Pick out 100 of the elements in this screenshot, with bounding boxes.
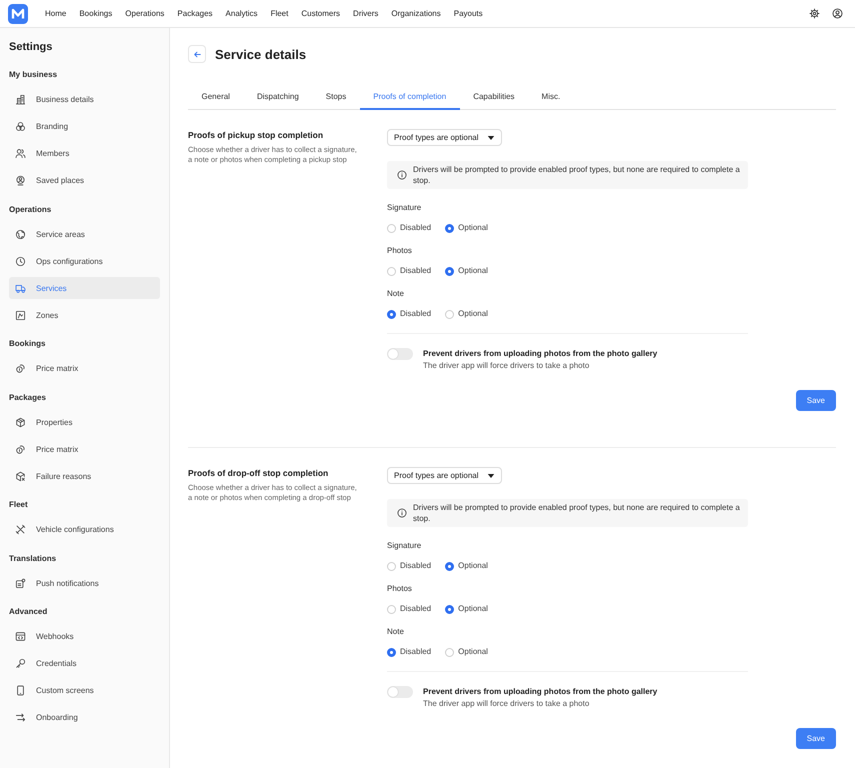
sidebar-item[interactable]: Webhooks	[9, 626, 160, 648]
sidebar-item[interactable]: Zones	[9, 304, 160, 326]
sidebar-title: Settings	[9, 40, 54, 55]
toggle-description: The driver app will force drivers to take a photo	[423, 698, 590, 710]
toggle-description: The driver app will force drivers to take a photo	[423, 360, 590, 372]
line-chart-icon	[15, 310, 26, 320]
sidebar-item[interactable]: Credentials	[9, 652, 160, 674]
users-icon	[15, 148, 26, 159]
sidebar-item[interactable]: Properties	[9, 411, 160, 433]
nav-link[interactable]: Bookings	[79, 8, 112, 20]
sidebar-item[interactable]: Push notifications	[9, 572, 160, 594]
sidebar-item[interactable]: Ops configurations	[9, 250, 160, 272]
nav-link[interactable]: Home	[45, 8, 66, 20]
sidebar-item[interactable]: Members	[9, 142, 160, 164]
code-window-icon	[15, 631, 26, 642]
sidebar-item[interactable]: Custom screens	[9, 680, 160, 702]
nav-link[interactable]: Packages	[177, 8, 213, 20]
field-label: Signature	[387, 202, 422, 214]
nav-link[interactable]: Analytics	[226, 8, 258, 20]
toggle-switch[interactable]	[387, 686, 413, 698]
nav-link[interactable]: Organizations	[391, 8, 441, 20]
info-icon	[397, 508, 407, 518]
info-text: Drivers will be prompted to provide enabled proof types, but none are required to complete a stop.	[413, 164, 740, 186]
nav-link[interactable]: Fleet	[270, 8, 288, 20]
sidebar-item[interactable]: Services	[9, 277, 160, 299]
section-heading: Fleet	[9, 499, 29, 511]
truck-icon	[15, 282, 26, 294]
radio-label[interactable]: Disabled	[400, 603, 432, 615]
dropdown[interactable]: Proof types are optional	[387, 467, 502, 484]
circles-icon	[15, 121, 26, 132]
sidebar-item[interactable]: Price matrix	[9, 438, 160, 460]
section-heading: Packages	[9, 392, 47, 404]
field-label: Photos	[387, 583, 413, 595]
user-pin-icon	[15, 175, 26, 186]
radio-label[interactable]: Disabled	[400, 646, 432, 658]
sidebar-item[interactable]: Business details	[9, 88, 160, 110]
tab[interactable]: Dispatching	[243, 84, 312, 110]
building-icon	[15, 94, 26, 105]
section-title: Proofs of pickup stop completion	[188, 129, 324, 141]
toggle-label: Prevent drivers from uploading photos from the photo gallery	[423, 686, 658, 698]
back-button[interactable]	[188, 45, 206, 63]
toggle-switch[interactable]	[387, 348, 413, 360]
toggle-label: Prevent drivers from uploading photos from the photo gallery	[423, 348, 658, 360]
radio-label[interactable]: Optional	[458, 265, 488, 277]
radio-label[interactable]: Optional	[458, 222, 488, 234]
dropdown[interactable]: Proof types are optional	[387, 129, 502, 146]
sidebar-item[interactable]: Saved places	[9, 170, 160, 192]
section-title: Proofs of drop-off stop completion	[188, 467, 330, 479]
nav-link[interactable]: Operations	[125, 8, 164, 20]
section-heading: Translations	[9, 552, 58, 564]
radio-label[interactable]: Optional	[458, 603, 488, 615]
radio-label[interactable]: Disabled	[400, 222, 432, 234]
nav-link[interactable]: Customers	[301, 8, 340, 20]
notification-icon	[15, 578, 26, 588]
user-circle-icon[interactable]	[832, 8, 843, 19]
logo-icon[interactable]	[8, 4, 28, 24]
radio-button[interactable]	[445, 604, 454, 614]
info-icon	[397, 170, 407, 180]
nav-link[interactable]: Drivers	[353, 8, 378, 20]
sidebar-item[interactable]: Price matrix	[9, 358, 160, 380]
sidebar-item[interactable]: Service areas	[9, 223, 160, 245]
radio-label[interactable]: Optional	[458, 308, 488, 320]
radio-button[interactable]	[445, 224, 454, 232]
radio-button[interactable]	[445, 266, 454, 276]
radio-label[interactable]: Disabled	[400, 308, 432, 320]
globe-icon	[15, 228, 26, 240]
tab[interactable]: Capabilities	[460, 84, 528, 110]
section-heading: My business	[9, 69, 58, 81]
sidebar-item[interactable]: Onboarding	[9, 706, 160, 728]
coins-icon	[15, 363, 26, 374]
sidebar-item[interactable]: Failure reasons	[9, 465, 160, 487]
nav-link[interactable]: Payouts	[454, 8, 483, 20]
tab[interactable]: Proofs of completion	[360, 84, 460, 110]
section-heading: Bookings	[9, 338, 46, 350]
radio-button[interactable]	[387, 310, 396, 318]
radio-button[interactable]	[445, 562, 454, 570]
caret-icon	[486, 472, 494, 478]
page-title: Service details	[215, 46, 306, 62]
save-button[interactable]: Save	[796, 390, 836, 411]
clock-icon	[15, 256, 26, 266]
radio-label[interactable]: Disabled	[400, 560, 432, 572]
arrow-left-icon	[192, 50, 202, 58]
radio-label[interactable]: Disabled	[400, 265, 432, 277]
settings-icon[interactable]	[809, 8, 820, 19]
cube-icon	[15, 416, 26, 428]
field-label: Note	[387, 288, 405, 300]
coins-icon	[15, 444, 26, 454]
sidebar-item[interactable]: Vehicle configurations	[9, 518, 160, 540]
field-label: Signature	[387, 540, 422, 552]
mobile-icon	[15, 685, 26, 696]
tab[interactable]: General	[188, 84, 244, 110]
caret-icon	[486, 134, 494, 140]
save-button[interactable]: Save	[796, 728, 836, 749]
radio-label[interactable]: Optional	[458, 646, 488, 658]
tab[interactable]: Misc.	[528, 84, 574, 110]
tab[interactable]: Stops	[312, 84, 360, 110]
sidebar-item[interactable]: Branding	[9, 116, 160, 138]
radio-button[interactable]	[387, 648, 396, 656]
info-text: Drivers will be prompted to provide enabled proof types, but none are required to complete a stop.	[413, 502, 740, 524]
radio-label[interactable]: Optional	[458, 560, 488, 572]
